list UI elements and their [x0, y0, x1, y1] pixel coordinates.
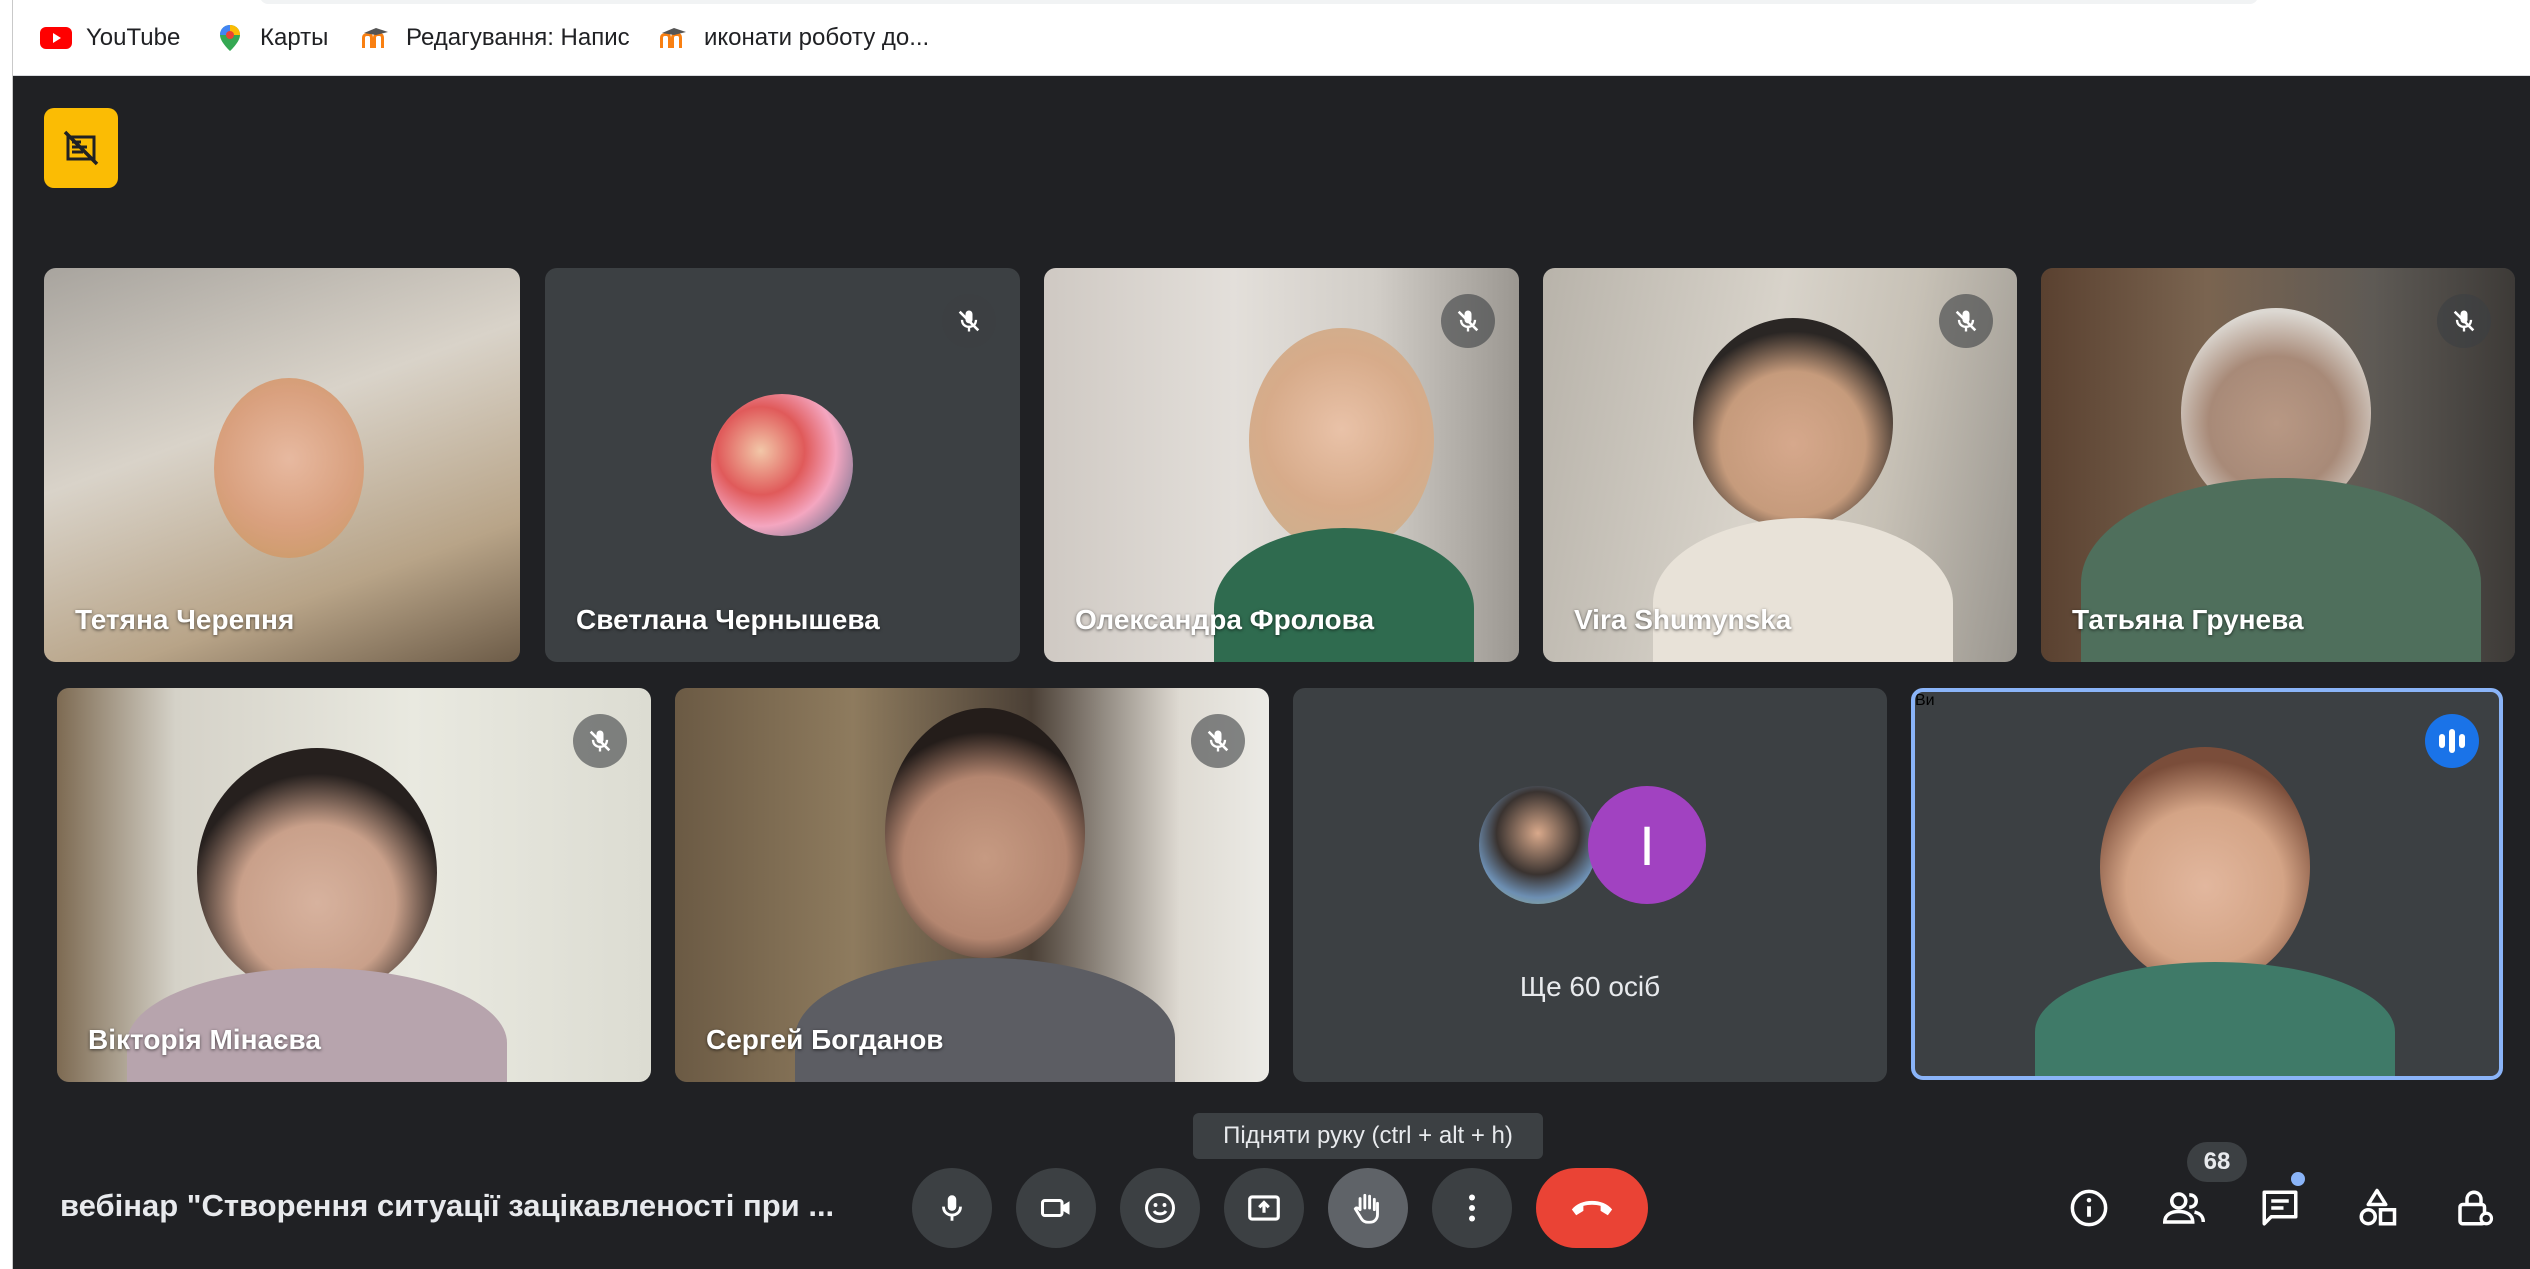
participant-name: Светлана Чернышева [576, 604, 880, 635]
raise-hand-button[interactable] [1328, 1168, 1408, 1248]
participant-name: Вікторія Мінаєва [88, 1024, 321, 1055]
participant-count-badge: 68 [2187, 1142, 2247, 1182]
people-icon [2162, 1192, 2205, 1224]
lock-person-icon [2458, 1190, 2494, 1226]
more-vert-icon [1469, 1194, 1475, 1222]
reactions-button[interactable] [1120, 1168, 1200, 1248]
mic-off-icon [573, 714, 627, 768]
participant-tile[interactable]: Сергей Богданов [675, 688, 1269, 1082]
bookmark-moodle-task[interactable]: иконати роботу до... [658, 20, 929, 56]
mic-off-icon [1191, 714, 1245, 768]
participant-name: Vira Shumynska [1574, 604, 1792, 635]
maps-pin-icon [214, 25, 246, 51]
participant-video [1249, 328, 1434, 553]
microphone-icon [942, 1195, 962, 1221]
activities-button[interactable] [2347, 1178, 2407, 1238]
host-controls-button[interactable] [44, 108, 118, 188]
raise-hand-tooltip: Підняти руку (ctrl + alt + h) [1193, 1113, 1543, 1159]
window-left-edge [0, 0, 13, 1269]
participant-video [2100, 747, 2310, 987]
camera-button[interactable] [1016, 1168, 1096, 1248]
bookmark-maps[interactable]: Карты [214, 20, 328, 56]
participant-tile[interactable]: Вікторія Мінаєва [57, 688, 651, 1082]
bookmark-youtube[interactable]: YouTube [40, 20, 180, 56]
bookmark-label: YouTube [86, 24, 181, 51]
chat-notification-dot [2291, 1172, 2305, 1186]
address-bar-edge[interactable] [260, 0, 2258, 4]
microphone-button[interactable] [912, 1168, 992, 1248]
moodle-icon [658, 25, 690, 51]
leave-call-button[interactable] [1536, 1168, 1648, 1248]
info-icon [2070, 1189, 2108, 1227]
self-tile[interactable]: Ви [1911, 688, 2503, 1080]
bookmark-label: Редагування: Напис [406, 24, 630, 51]
speaking-indicator-icon [2425, 714, 2479, 768]
more-options-button[interactable] [1432, 1168, 1512, 1248]
participant-name: Ви [1915, 692, 1935, 709]
participant-name: Олександра Фролова [1075, 604, 1375, 635]
chat-button[interactable] [2250, 1178, 2310, 1238]
present-screen-icon [1248, 1195, 1280, 1221]
present-screen-button[interactable] [1224, 1168, 1304, 1248]
avatar [711, 394, 853, 536]
end-call-icon [1571, 1200, 1613, 1216]
camera-icon [1041, 1199, 1070, 1217]
bookmark-label: иконати роботу до... [704, 24, 930, 51]
no-video-grid-icon [63, 130, 99, 166]
activities-shapes-icon [2359, 1188, 2397, 1226]
participant-video [1693, 318, 1893, 528]
more-participants-tile[interactable]: I Ще 60 осіб [1293, 688, 1887, 1082]
participant-tile[interactable]: Татьяна Грунева [2041, 268, 2515, 662]
participant-name: Татьяна Грунева [2072, 604, 2304, 635]
bookmark-moodle-edit[interactable]: Редагування: Напис [360, 20, 630, 56]
participant-name: Сергей Богданов [706, 1024, 944, 1055]
avatar [1479, 786, 1597, 904]
mic-off-icon [1441, 294, 1495, 348]
participant-video [885, 708, 1085, 958]
meeting-title: вебінар "Створення ситуації зацікавленос… [60, 1188, 835, 1223]
people-button[interactable] [2154, 1178, 2214, 1238]
participant-tile[interactable]: Олександра Фролова [1044, 268, 1519, 662]
participant-tile[interactable]: Светлана Чернышева [545, 268, 1020, 662]
bookmark-label: Карты [260, 24, 329, 51]
participant-video [214, 378, 364, 558]
host-controls-lock-button[interactable] [2444, 1178, 2504, 1238]
mic-off-icon [942, 294, 996, 348]
avatar: I [1588, 786, 1706, 904]
participant-video [197, 748, 437, 998]
emoji-icon [1145, 1193, 1175, 1223]
youtube-icon [40, 25, 72, 51]
bookmarks-bar: YouTube Карты Редагування: Напис иконати… [0, 0, 2530, 76]
participant-tile[interactable]: Тетяна Черепня [44, 268, 520, 662]
more-participants-label: Ще 60 осіб [1519, 971, 1661, 1002]
meeting-details-button[interactable] [2059, 1178, 2119, 1238]
moodle-icon [360, 25, 392, 51]
raise-hand-icon [1353, 1193, 1379, 1224]
participant-video [2035, 962, 2395, 1076]
participant-name: Тетяна Черепня [75, 604, 295, 635]
chat-icon [2262, 1190, 2298, 1226]
mic-off-icon [2437, 294, 2491, 348]
participant-tile[interactable]: Vira Shumynska [1543, 268, 2017, 662]
mic-off-icon [1939, 294, 1993, 348]
